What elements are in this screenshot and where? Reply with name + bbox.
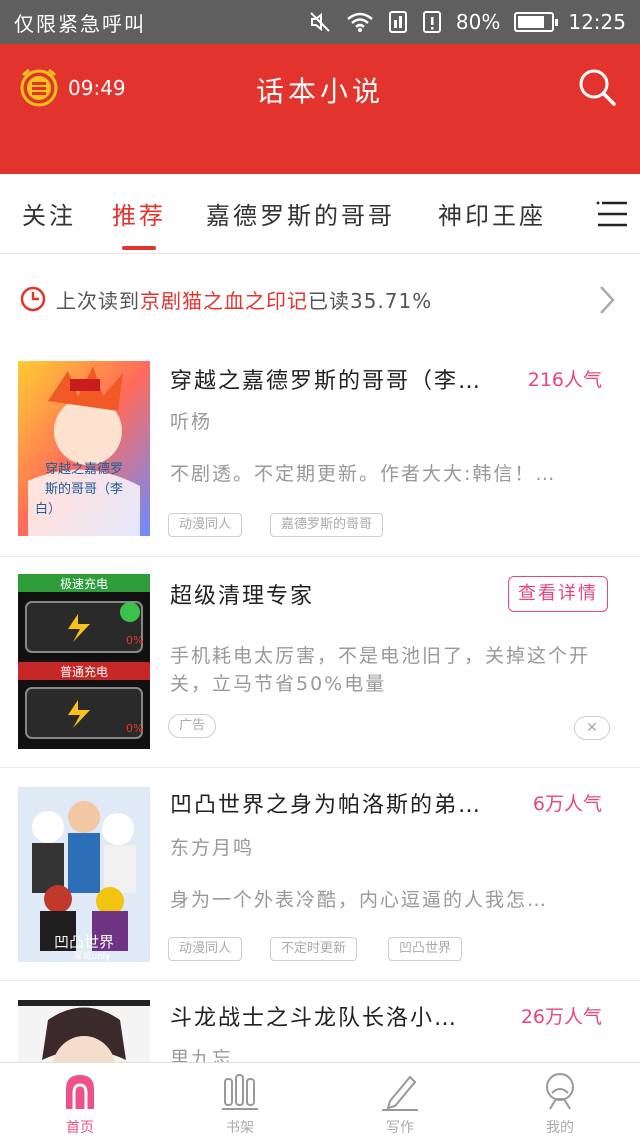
nav-bookshelf[interactable]: 书架 bbox=[160, 1063, 320, 1138]
popularity-count: 216人气 bbox=[527, 369, 602, 391]
history-text: 上次读到京剧猫之血之印记已读35.71% bbox=[56, 285, 432, 314]
book-title[interactable]: 斗龙战士之斗龙队长洛小… bbox=[170, 1000, 510, 1032]
tab-gadeross-brother[interactable]: 嘉德罗斯的哥哥 bbox=[206, 196, 395, 231]
wifi-icon bbox=[347, 12, 373, 32]
ad-image-bottom-label: 普通充电 bbox=[60, 664, 108, 679]
author-name[interactable]: 东方月鸣 bbox=[170, 833, 254, 860]
list-item[interactable]: 穿越之嘉德罗 斯的哥哥（李 白） 穿越之嘉德罗斯的哥哥（李… 216人气 听杨 … bbox=[0, 345, 640, 557]
nav-bookshelf-label: 书架 bbox=[226, 1120, 254, 1136]
nav-write[interactable]: 写作 bbox=[320, 1063, 480, 1138]
book-cover: 凹凸世界 深城only bbox=[18, 787, 150, 962]
ad-list-item[interactable]: 极速充电 0% 普通充电 0% 超级清理专家 查看详情 手机耗电太厉害，不是电池… bbox=[0, 558, 640, 768]
reading-history-bar[interactable]: 上次读到京剧猫之血之印记已读35.71% bbox=[0, 255, 640, 345]
ad-image-top-label: 极速充电 bbox=[60, 576, 108, 591]
sim-alert-icon bbox=[422, 11, 441, 33]
book-cover: 穿越之嘉德罗 斯的哥哥（李 白） bbox=[18, 361, 150, 536]
home-icon bbox=[66, 1075, 94, 1109]
clock-icon bbox=[20, 286, 46, 312]
view-details-button[interactable]: 查看详情 bbox=[508, 576, 608, 612]
tab-follow[interactable]: 关注 bbox=[22, 196, 76, 231]
book-title[interactable]: 凹凸世界之身为帕洛斯的弟… bbox=[170, 787, 510, 819]
battery-percent: 80% bbox=[455, 10, 501, 34]
ad-image-pct-2: 0% bbox=[126, 722, 143, 735]
book-cover bbox=[18, 1000, 150, 1062]
profile-icon bbox=[546, 1073, 574, 1110]
ad-label: 广告 bbox=[168, 714, 217, 738]
nav-profile-label: 我的 bbox=[546, 1120, 574, 1136]
bottom-navigation: 首页 书架 写作 我的 bbox=[0, 1062, 640, 1138]
close-ad-button[interactable]: ✕ bbox=[574, 716, 610, 740]
popularity-count: 6万人气 bbox=[532, 793, 602, 815]
status-bar: 仅限紧急呼叫 80% 12:25 bbox=[0, 0, 640, 44]
sim-signal-icon bbox=[388, 11, 407, 33]
ad-image: 极速充电 0% 普通充电 0% bbox=[18, 574, 150, 749]
clock-time: 12:25 bbox=[568, 10, 626, 34]
cover-title-1: 穿越之嘉德罗 bbox=[45, 461, 123, 477]
search-icon[interactable] bbox=[576, 66, 618, 108]
tag-badge[interactable]: 动漫同人 bbox=[168, 513, 243, 537]
book-title[interactable]: 穿越之嘉德罗斯的哥哥（李… bbox=[170, 363, 510, 395]
ad-description: 手机耗电太厉害，不是电池旧了，关掉这个开关，立马节省50%电量 bbox=[170, 645, 591, 695]
page-title: 话本小说 bbox=[255, 75, 384, 108]
close-icon: ✕ bbox=[586, 720, 598, 736]
nav-profile[interactable]: 我的 bbox=[480, 1063, 640, 1138]
more-tabs-menu-icon[interactable] bbox=[596, 200, 628, 228]
list-item[interactable]: 斗龙战士之斗龙队长洛小… 26万人气 里九忘 bbox=[0, 982, 640, 1062]
cover-title-3: 白） bbox=[35, 501, 61, 517]
cover-title-2: 斯的哥哥（李 bbox=[45, 481, 123, 497]
cover-title: 凹凸世界 bbox=[54, 933, 114, 951]
tag-badge[interactable]: 凹凸世界 bbox=[388, 937, 463, 961]
bookshelf-icon bbox=[222, 1074, 258, 1110]
book-description: 身为一个外表冷酷，内心逗逼的人我怎… bbox=[170, 889, 549, 911]
mute-icon bbox=[310, 12, 330, 32]
author-name[interactable]: 里九忘 bbox=[170, 1044, 233, 1062]
tab-recommend[interactable]: 推荐 bbox=[112, 196, 166, 231]
author-name[interactable]: 听杨 bbox=[170, 407, 212, 434]
book-description: 不剧透。不定期更新。作者大大:韩信！… bbox=[170, 463, 557, 485]
ad-title[interactable]: 超级清理专家 bbox=[170, 578, 510, 610]
category-tabs: 关注 推荐 嘉德罗斯的哥哥 神印王座 bbox=[0, 174, 640, 254]
active-tab-indicator bbox=[122, 246, 156, 250]
nav-write-label: 写作 bbox=[386, 1120, 414, 1136]
history-book-link[interactable]: 京剧猫之血之印记 bbox=[140, 289, 308, 313]
list-item[interactable]: 凹凸世界 深城only 凹凸世界之身为帕洛斯的弟… 6万人气 东方月鸣 身为一个… bbox=[0, 769, 640, 981]
tag-badge[interactable]: 嘉德罗斯的哥哥 bbox=[270, 513, 384, 537]
tag-badge[interactable]: 不定时更新 bbox=[270, 937, 358, 961]
popularity-count: 26万人气 bbox=[520, 1006, 602, 1028]
cover-subtitle: 深城only bbox=[73, 951, 111, 962]
ad-image-pct-1: 0% bbox=[126, 634, 143, 647]
history-progress: 已读35.71% bbox=[308, 289, 433, 313]
history-prefix: 上次读到 bbox=[56, 289, 140, 313]
chevron-right-icon bbox=[600, 286, 615, 314]
nav-home-label: 首页 bbox=[66, 1120, 94, 1136]
nav-home[interactable]: 首页 bbox=[0, 1063, 160, 1138]
status-icons: 80% 12:25 bbox=[308, 10, 626, 34]
pencil-icon bbox=[382, 1075, 418, 1111]
battery-icon bbox=[514, 12, 559, 32]
carrier-text: 仅限紧急呼叫 bbox=[14, 11, 146, 36]
battery-fill bbox=[518, 16, 544, 28]
tab-shenyin-throne[interactable]: 神印王座 bbox=[438, 196, 546, 231]
tag-badge[interactable]: 动漫同人 bbox=[168, 937, 243, 961]
